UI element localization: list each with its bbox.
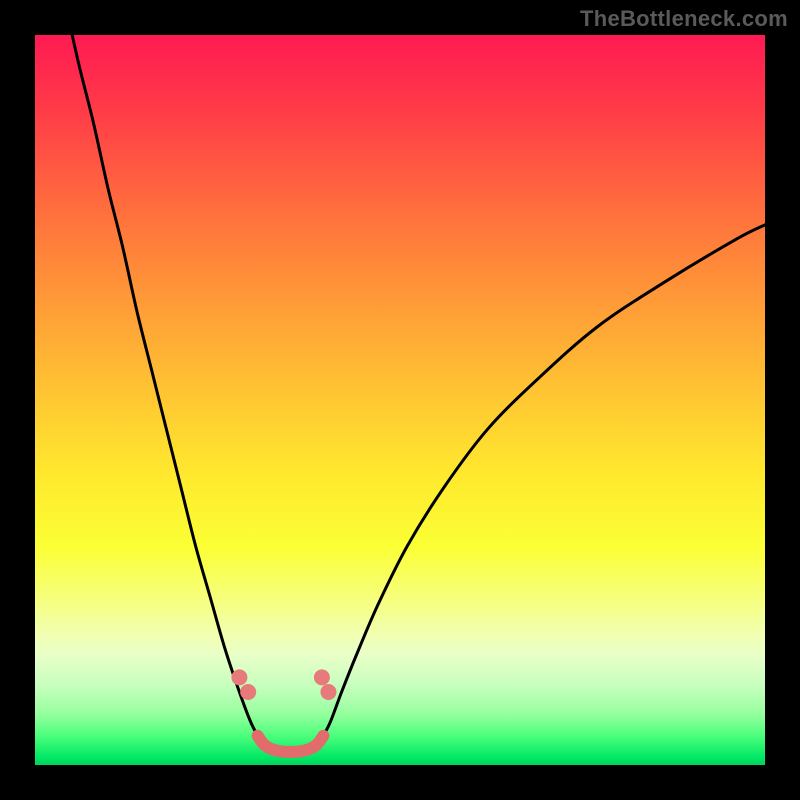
- chart-frame: TheBottleneck.com: [0, 0, 800, 800]
- curve-right-branch: [323, 225, 765, 736]
- watermark-text: TheBottleneck.com: [580, 6, 788, 32]
- curve-marker: [320, 684, 336, 700]
- curve-layer: [35, 35, 765, 765]
- curve-marker: [231, 669, 247, 685]
- curve-left-branch: [64, 35, 257, 736]
- curve-marker: [314, 669, 330, 685]
- valley-markers: [231, 669, 336, 700]
- valley-signature-stroke: [258, 736, 324, 752]
- curve-marker: [240, 684, 256, 700]
- plot-area: [35, 35, 765, 765]
